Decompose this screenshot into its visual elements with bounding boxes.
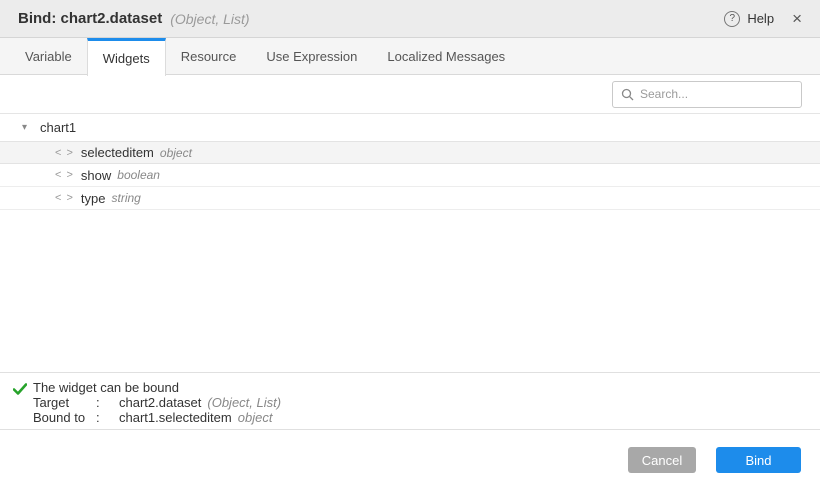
tab-widgets[interactable]: Widgets [87, 38, 166, 76]
tree-node-type: string [111, 191, 140, 205]
tree-node-label: type [81, 191, 106, 206]
dialog-subtitle: (Object, List) [170, 11, 249, 27]
status-colon: : [96, 395, 119, 410]
tab-localized-messages[interactable]: Localized Messages [372, 38, 520, 74]
help-icon[interactable]: ? [724, 11, 740, 27]
tab-bar: Variable Widgets Resource Use Expression… [0, 38, 820, 75]
status-colon: : [96, 410, 119, 425]
property-brackets-icon: < > [55, 147, 74, 159]
tree-node-type: object [160, 146, 192, 160]
cancel-button[interactable]: Cancel [628, 447, 696, 473]
tree-node-label: selecteditem [81, 145, 154, 160]
status-boundto-type: object [238, 410, 273, 425]
bind-dialog: Bind: chart2.dataset (Object, List) ? He… [0, 0, 820, 483]
status-boundto-label: Bound to [33, 410, 96, 425]
bind-status-panel: The widget can be bound Target : chart2.… [0, 372, 820, 430]
tree-node-type[interactable]: < > type string [0, 187, 820, 210]
tree-node-show[interactable]: < > show boolean [0, 164, 820, 187]
status-boundto-value: chart1.selecteditem [119, 410, 232, 425]
status-target-label: Target [33, 395, 96, 410]
search-box[interactable] [612, 81, 802, 108]
success-check-icon [13, 380, 33, 400]
status-target-type: (Object, List) [207, 395, 281, 410]
widget-tree: ▾ chart1 < > selecteditem object < > sho… [0, 113, 820, 372]
tree-node-label: show [81, 168, 111, 183]
status-boundto-row: Bound to : chart1.selecteditem object [33, 410, 281, 425]
dialog-header: Bind: chart2.dataset (Object, List) ? He… [0, 0, 820, 38]
chevron-down-icon[interactable]: ▾ [22, 122, 36, 133]
close-icon[interactable]: × [792, 10, 802, 27]
tab-variable[interactable]: Variable [10, 38, 87, 74]
tab-use-expression[interactable]: Use Expression [251, 38, 372, 74]
tree-node-selecteditem[interactable]: < > selecteditem object [0, 141, 820, 164]
search-input[interactable] [640, 87, 793, 101]
help-link[interactable]: Help [747, 11, 774, 26]
property-brackets-icon: < > [55, 169, 74, 181]
header-actions: ? Help × [724, 10, 802, 27]
tree-node-type: boolean [117, 168, 160, 182]
bind-status-text: The widget can be bound Target : chart2.… [33, 380, 281, 425]
tree-node-chart1[interactable]: ▾ chart1 [0, 114, 820, 141]
property-brackets-icon: < > [55, 192, 74, 204]
bind-button[interactable]: Bind [716, 447, 801, 473]
tree-node-label: chart1 [40, 120, 76, 135]
status-message: The widget can be bound [33, 380, 281, 395]
dialog-title: Bind: chart2.dataset [18, 10, 162, 27]
toolbar [0, 75, 820, 113]
tab-resource[interactable]: Resource [166, 38, 252, 74]
status-target-row: Target : chart2.dataset (Object, List) [33, 395, 281, 410]
search-icon [621, 88, 634, 101]
dialog-footer: Cancel Bind [0, 430, 820, 483]
status-target-value: chart2.dataset [119, 395, 201, 410]
